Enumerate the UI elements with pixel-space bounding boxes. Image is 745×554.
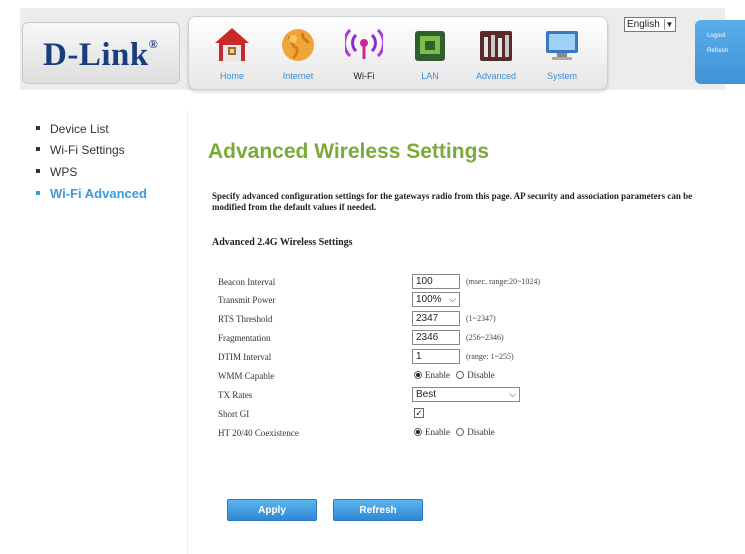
dlink-logo: D-Link® (43, 37, 159, 73)
logout-link[interactable]: Logout (707, 33, 725, 39)
section-title: Advanced 2.4G Wireless Settings (212, 237, 353, 248)
row-ht-coexistence: HT 20/40 Coexistence Enable Disable (218, 427, 495, 438)
menu-item-wifi-settings[interactable]: Wi-Fi Settings (36, 143, 125, 157)
row-beacon-interval: Beacon Interval 100 (msec, range:20~1024… (218, 274, 541, 289)
page-description: Specify advanced configuration settings … (212, 191, 693, 212)
nav-system[interactable]: System (533, 21, 591, 85)
menu-item-wifi-advanced[interactable]: Wi-Fi Advanced (36, 186, 147, 201)
refresh-button[interactable]: Refresh (333, 499, 423, 521)
tools-icon (480, 31, 512, 61)
transmit-power-select[interactable]: 100% ⌵ (412, 292, 460, 307)
row-tx-rates: TX Rates Best ⌵ (218, 387, 698, 403)
wmm-enable-radio[interactable] (414, 371, 422, 379)
nav-lan[interactable]: LAN (401, 21, 459, 85)
nav-advanced[interactable]: Advanced (467, 21, 525, 85)
menu-item-wps[interactable]: WPS (36, 165, 77, 179)
row-fragmentation: Fragmentation 2346 (256~2346) (218, 330, 504, 345)
short-gi-checkbox[interactable]: ✓ (414, 408, 424, 418)
row-wmm-capable: WMM Capable Enable Disable (218, 370, 495, 381)
monitor-icon (546, 31, 578, 60)
lan-icon (415, 31, 445, 61)
logo-box: D-Link® (22, 22, 180, 84)
beacon-interval-input[interactable]: 100 (412, 274, 460, 289)
ht-disable-radio[interactable] (456, 428, 465, 436)
account-panel: Logout Refresh (695, 20, 745, 84)
bullet-icon (36, 146, 40, 151)
bullet-icon (36, 190, 40, 195)
row-rts-threshold: RTS Threshold 2347 (1~2347) (218, 311, 496, 326)
refresh-link[interactable]: Refresh (707, 48, 728, 54)
wmm-disable-radio[interactable] (456, 371, 465, 379)
fragmentation-input[interactable]: 2346 (412, 330, 460, 345)
nav-wifi[interactable]: Wi-Fi (335, 21, 393, 85)
chevron-down-icon: ▼ (664, 19, 674, 30)
apply-button[interactable]: Apply (227, 499, 317, 521)
nav-internet[interactable]: Internet (269, 21, 327, 85)
rts-threshold-input[interactable]: 2347 (412, 311, 460, 326)
language-select[interactable]: English ▼ (624, 17, 676, 32)
row-short-gi: Short GI ✓ (218, 408, 424, 419)
menu-item-device-list[interactable]: Device List (36, 122, 109, 136)
ht-enable-radio[interactable] (414, 428, 422, 436)
row-transmit-power: Transmit Power 100% ⌵ (218, 292, 698, 308)
bullet-icon (36, 125, 40, 130)
wifi-icon (345, 28, 383, 59)
bullet-icon (36, 168, 40, 173)
page-title: Advanced Wireless Settings (208, 140, 490, 163)
home-icon (215, 28, 249, 61)
chevron-down-icon: ⌵ (509, 389, 516, 399)
chevron-down-icon: ⌵ (449, 294, 456, 304)
tx-rates-select[interactable]: Best ⌵ (412, 387, 520, 402)
dtim-interval-input[interactable]: 1 (412, 349, 460, 364)
row-dtim-interval: DTIM Interval 1 (range: 1~255) (218, 349, 514, 364)
top-nav: Home Internet Wi-Fi LAN Advanced System (188, 16, 608, 90)
nav-home[interactable]: Home (203, 21, 261, 85)
globe-icon (282, 29, 314, 61)
main-content: Advanced Wireless Settings Specify advan… (188, 110, 728, 554)
